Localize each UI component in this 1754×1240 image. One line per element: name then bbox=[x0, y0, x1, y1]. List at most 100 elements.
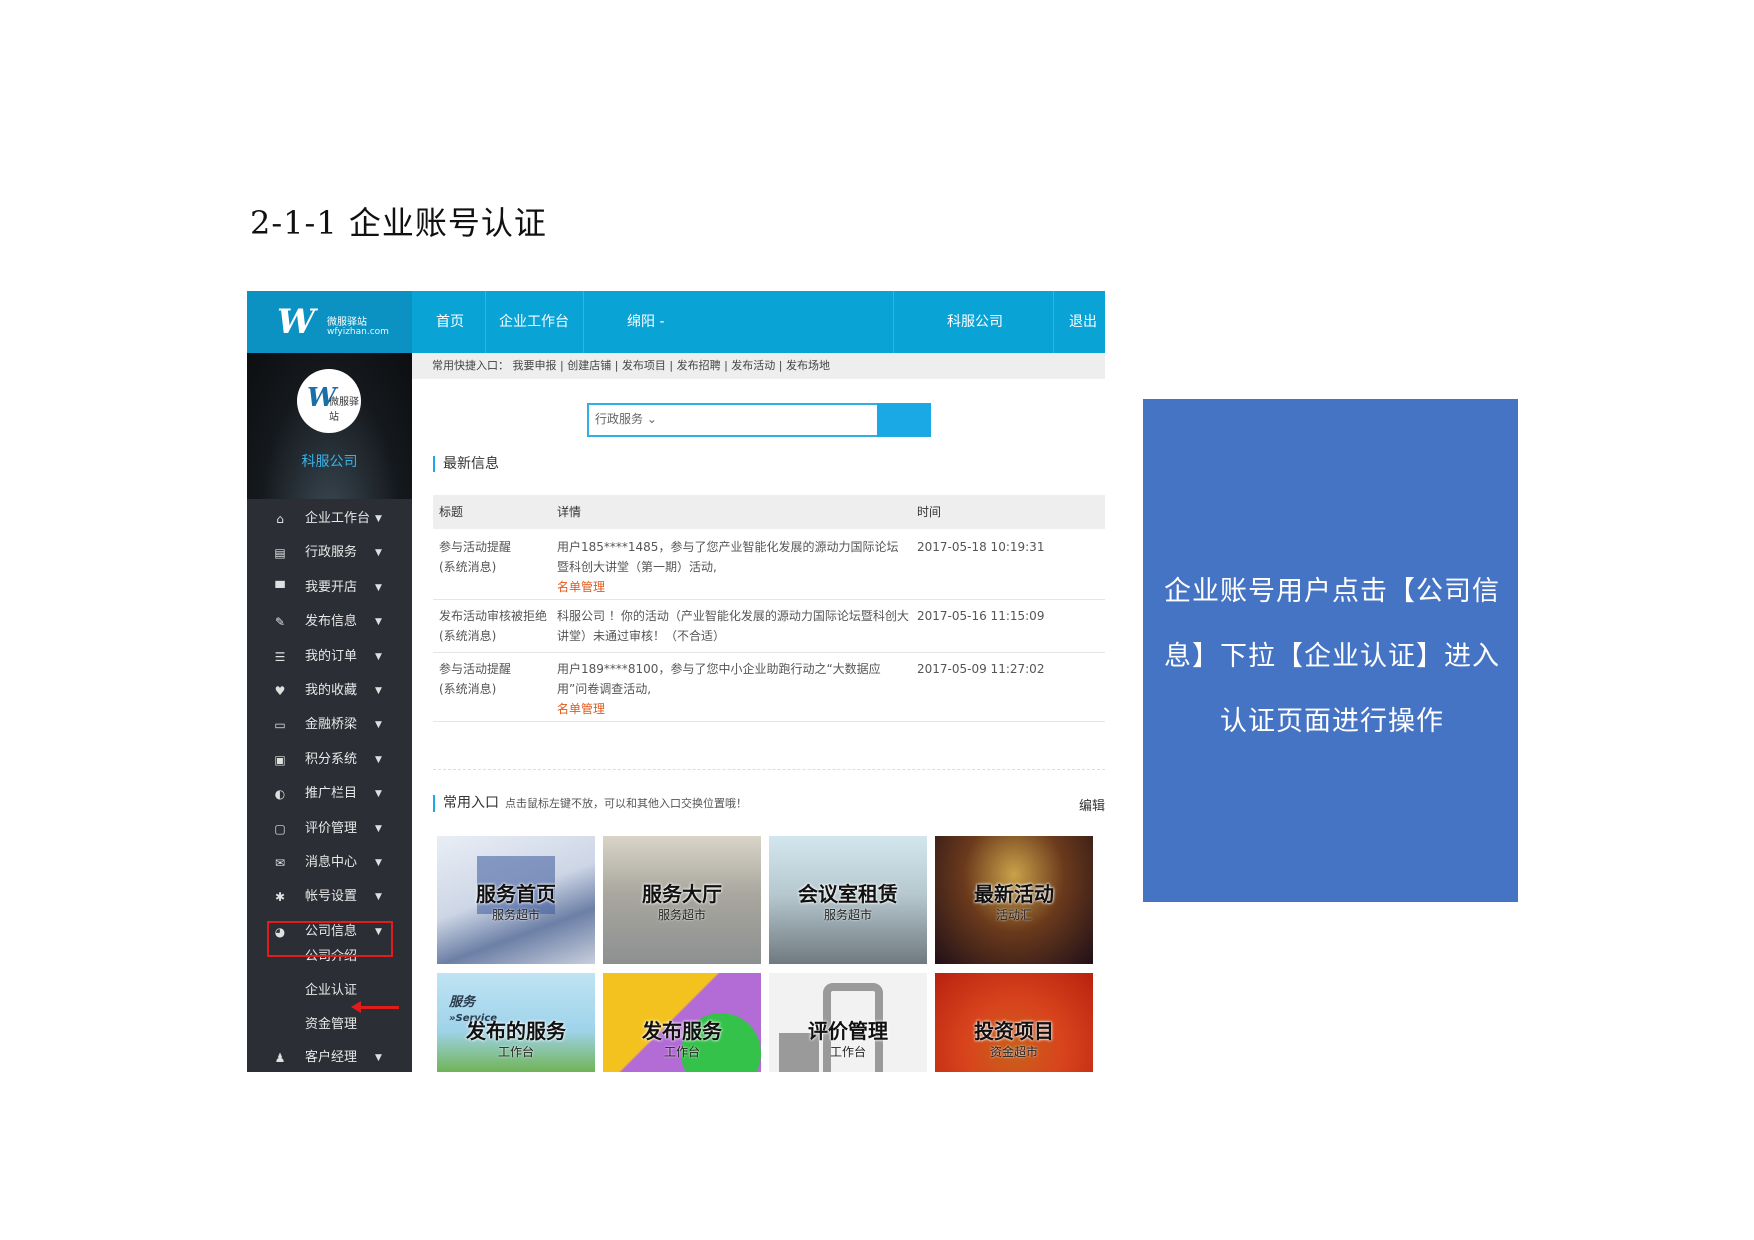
caret-down-icon: ▼ bbox=[375, 514, 382, 524]
tile-review-management[interactable]: 评价管理 工作台 bbox=[769, 973, 927, 1072]
sidebar-item-label: 积分系统 bbox=[305, 751, 358, 767]
sidebar-item-label: 发布信息 bbox=[305, 614, 358, 630]
nav-divider bbox=[583, 291, 584, 353]
row-title: 发布活动审核被拒绝 bbox=[439, 609, 548, 623]
tile-title: 发布服务 bbox=[642, 1019, 722, 1043]
sidebar-item-2[interactable]: ▀ 我要开店 ▼ bbox=[247, 571, 412, 605]
sidebar-item-label: 评价管理 bbox=[305, 820, 358, 836]
comment-icon: ▢ bbox=[274, 821, 286, 836]
tile-subtitle: 服务超市 bbox=[823, 908, 872, 922]
sidebar-item-11[interactable]: ✱ 帐号设置 ▼ bbox=[247, 880, 412, 914]
profile-panel: W 微服驿站 科服公司 bbox=[247, 353, 412, 499]
quick-links-text[interactable]: 常用快捷入口： 我要申报 | 创建店铺 | 发布项目 | 发布招聘 | 发布活动… bbox=[432, 359, 830, 372]
row-source: (系统消息) bbox=[439, 682, 497, 696]
sidebar-item-label: 消息中心 bbox=[305, 855, 358, 870]
nav-divider bbox=[1053, 291, 1054, 353]
sidebar-item-label: 行政服务 bbox=[305, 545, 358, 561]
sidebar-item-label: 金融桥梁 bbox=[305, 717, 358, 733]
sidebar-item-6[interactable]: ▭ 金融桥梁 ▼ bbox=[247, 708, 412, 742]
nav-workbench[interactable]: 企业工作台 bbox=[499, 291, 569, 353]
tile-title: 最新活动 bbox=[974, 882, 1054, 906]
search-category-select[interactable]: 行政服务 ⌄ bbox=[595, 405, 657, 433]
caret-down-icon: ▼ bbox=[375, 823, 382, 834]
search-input[interactable]: 行政服务 ⌄ bbox=[587, 403, 881, 437]
sidebar-item-account-manager[interactable]: ♟ 客户经理 ▼ bbox=[247, 1041, 412, 1072]
row-title: 参与活动提醒 bbox=[439, 540, 512, 554]
sidebar-subitem-enterprise-certification[interactable]: 企业认证 bbox=[305, 974, 357, 1008]
caret-down-icon: ▼ bbox=[375, 858, 382, 868]
sidebar-item-1[interactable]: ▤ 行政服务 ▼ bbox=[247, 536, 412, 570]
table-row[interactable]: 参与活动提醒 (系统消息) 用户185****1485，参与了您产业智能化发展的… bbox=[433, 529, 1105, 600]
sidebar-item-10[interactable]: ✉ 消息中心 ▼ bbox=[247, 846, 412, 880]
tile-title: 会议室租赁 bbox=[798, 882, 898, 906]
tile-title: 投资项目 bbox=[974, 1019, 1054, 1043]
sidebar-item-7[interactable]: ▣ 积分系统 ▼ bbox=[247, 743, 412, 777]
search-button[interactable] bbox=[877, 403, 931, 437]
profile-company-name[interactable]: 科服公司 bbox=[247, 451, 412, 471]
row-detail: 科服公司 ！你的活动（产业智能化发展的源动力国际论坛暨科创大讲堂）未通过审核！（… bbox=[557, 609, 909, 643]
avatar[interactable]: W 微服驿站 bbox=[297, 369, 361, 433]
tile-title: 服务首页 bbox=[476, 882, 556, 906]
store-icon: ▀ bbox=[275, 580, 285, 595]
sidebar-item-4[interactable]: ☰ 我的订单 ▼ bbox=[247, 640, 412, 674]
edit-button[interactable]: 编辑 bbox=[1079, 795, 1105, 814]
row-time: 2017-05-09 11:27:02 bbox=[917, 662, 1045, 676]
tile-title: 服务大厅 bbox=[642, 882, 722, 906]
common-entries-label: 常用入口 bbox=[443, 795, 499, 811]
table-row[interactable]: 发布活动审核被拒绝 (系统消息) 科服公司 ！你的活动（产业智能化发展的源动力国… bbox=[433, 600, 1105, 653]
tile-published-services[interactable]: 服务 »Service 发布的服务 工作台 bbox=[437, 973, 595, 1072]
sidebar-item-8[interactable]: ◐ 推广栏目 ▼ bbox=[247, 777, 412, 811]
quick-links-bar: 常用快捷入口： 我要申报 | 创建店铺 | 发布项目 | 发布招聘 | 发布活动… bbox=[412, 353, 1105, 379]
nav-home[interactable]: 首页 bbox=[436, 291, 464, 353]
tile-publish-service[interactable]: 发布服务 工作台 bbox=[603, 973, 761, 1072]
tile-service-home[interactable]: 服务首页 服务超市 bbox=[437, 836, 595, 964]
divider bbox=[433, 769, 1105, 770]
nav-company[interactable]: 科服公司 bbox=[947, 291, 1003, 353]
tile-title: 发布的服务 bbox=[466, 1019, 566, 1043]
sidebar-item-label: 推广栏目 bbox=[305, 786, 358, 802]
highlight-company-info bbox=[267, 921, 393, 957]
tile-latest-events[interactable]: 最新活动 活动汇 bbox=[935, 836, 1093, 964]
sidebar-item-3[interactable]: ✎ 发布信息 ▼ bbox=[247, 605, 412, 639]
sidebar: W 微服驿站 科服公司 ⌂ 企业工作台 ▼ ▤ 行政服务 ▼ ▀ 我要开店 ▼ ✎ 发布信息 ▼ ☰ 我的… bbox=[247, 353, 412, 1072]
caret-down-icon: ▼ bbox=[375, 548, 382, 559]
sidebar-item-label: 我的收藏 bbox=[305, 683, 358, 698]
list-management-link[interactable]: 名单管理 bbox=[557, 577, 909, 597]
tile-subtitle: 工作台 bbox=[497, 1045, 534, 1059]
sidebar-subitem-fund-management[interactable]: 资金管理 bbox=[305, 1008, 357, 1042]
latest-info-title: 最新信息 bbox=[433, 456, 499, 472]
avatar-logo-text: 微服驿站 bbox=[329, 397, 359, 423]
column-header-time: 时间 bbox=[917, 505, 942, 519]
caret-down-icon: ▼ bbox=[375, 789, 382, 800]
sidebar-item-label: 企业工作台 bbox=[305, 511, 371, 526]
gear-icon: ✱ bbox=[274, 890, 286, 905]
sidebar-item-9[interactable]: ▢ 评价管理 ▼ bbox=[247, 812, 412, 846]
tile-investment-projects[interactable]: 投资项目 资金超市 bbox=[935, 973, 1093, 1072]
sidebar-item-label: 客户经理 bbox=[305, 1050, 358, 1065]
tile-service-hall[interactable]: 服务大厅 服务超市 bbox=[603, 836, 761, 964]
caret-down-icon: ▼ bbox=[375, 892, 382, 903]
column-header-detail: 详情 bbox=[557, 505, 582, 519]
row-time: 2017-05-18 10:19:31 bbox=[917, 540, 1045, 554]
caret-down-icon: ▼ bbox=[375, 720, 382, 731]
sidebar-item-5[interactable]: ♥ 我的收藏 ▼ bbox=[247, 674, 412, 708]
logo[interactable]: W 微服驿站 wfyizhan.com bbox=[247, 291, 412, 353]
common-entries-title: 常用入口 点击鼠标左键不放，可以和其他入口交换位置哦！ bbox=[433, 795, 747, 812]
shield-icon: ◐ bbox=[274, 787, 286, 802]
row-time: 2017-05-16 11:15:09 bbox=[917, 609, 1045, 623]
sidebar-item-0[interactable]: ⌂ 企业工作台 ▼ bbox=[247, 502, 412, 536]
home-icon: ⌂ bbox=[276, 512, 284, 526]
table-row[interactable]: 参与活动提醒 (系统消息) 用户189****8100，参与了您中小企业助跑行动… bbox=[433, 653, 1105, 722]
tile-meeting-room-rental[interactable]: 会议室租赁 服务超市 bbox=[769, 836, 927, 964]
list-management-link[interactable]: 名单管理 bbox=[557, 699, 909, 719]
logo-domain: wfyizhan.com bbox=[327, 327, 389, 337]
nav-city-dropdown[interactable]: 绵阳 - bbox=[627, 291, 665, 353]
logo-name: 微服驿站 bbox=[327, 317, 367, 328]
nav-logout[interactable]: 退出 bbox=[1069, 291, 1097, 353]
card-icon: ▭ bbox=[274, 718, 286, 733]
sidebar-item-label: 我要开店 bbox=[305, 579, 358, 595]
row-detail: 用户185****1485，参与了您产业智能化发展的源动力国际论坛暨科创大讲堂（… bbox=[557, 540, 899, 574]
tile-subtitle: 工作台 bbox=[663, 1045, 700, 1059]
table-header: 标题 详情 时间 bbox=[433, 495, 1105, 529]
row-source: (系统消息) bbox=[439, 560, 497, 574]
